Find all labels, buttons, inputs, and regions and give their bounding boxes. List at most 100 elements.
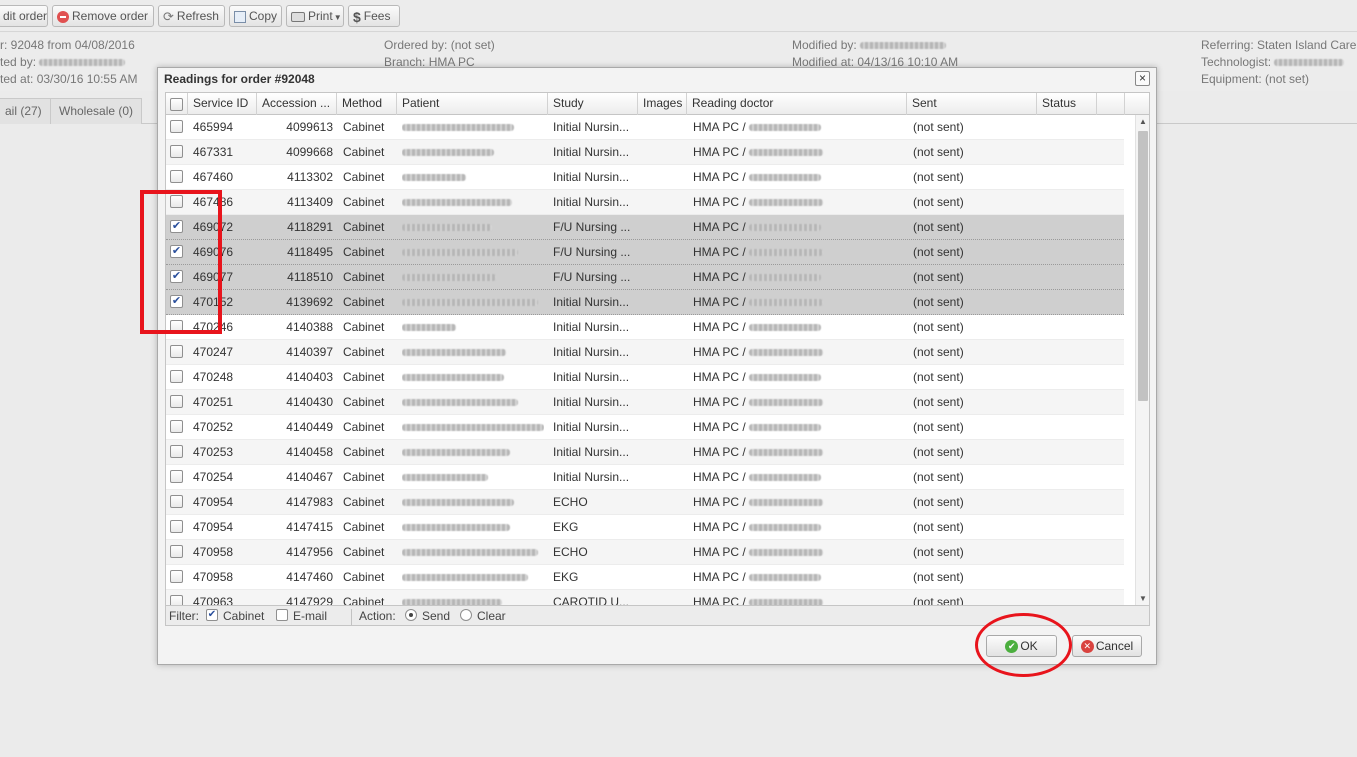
table-row[interactable]: 470958 4147956 Cabinet ECHO HMA PC / (not sen… bbox=[166, 540, 1124, 565]
remove-icon bbox=[57, 10, 69, 23]
table-row[interactable]: 470954 4147983 Cabinet ECHO HMA PC / (not sen… bbox=[166, 490, 1124, 515]
column-header-accession[interactable]: Accession ... bbox=[257, 93, 337, 115]
created-by: ted by: bbox=[0, 55, 126, 69]
table-row[interactable]: 470248 4140403 Cabinet Initial Nursin... HMA… bbox=[166, 365, 1124, 390]
accession-cell: 4140449 bbox=[286, 420, 333, 434]
row-checkbox[interactable] bbox=[170, 545, 183, 558]
method-cell: Cabinet bbox=[343, 395, 385, 409]
row-checkbox[interactable] bbox=[170, 395, 183, 408]
row-checkbox[interactable] bbox=[170, 445, 183, 458]
table-row[interactable]: 470958 4147460 Cabinet EKG HMA PC / (not sent… bbox=[166, 565, 1124, 590]
copy-button[interactable]: Copy bbox=[229, 5, 282, 27]
redacted-patient-name bbox=[402, 174, 466, 182]
reading-doctor-text: HMA PC / bbox=[693, 320, 746, 334]
row-checkbox[interactable] bbox=[170, 195, 183, 208]
row-checkbox[interactable]: ✔ bbox=[170, 245, 183, 258]
table-row[interactable]: 470251 4140430 Cabinet Initial Nursin... HMA… bbox=[166, 390, 1124, 415]
clear-radio[interactable] bbox=[460, 609, 472, 621]
sent-cell: (not sent) bbox=[913, 270, 964, 284]
row-checkbox[interactable] bbox=[170, 120, 183, 133]
reading-doctor-text: HMA PC / bbox=[693, 420, 746, 434]
reading-doctor-text: HMA PC / bbox=[693, 220, 746, 234]
column-header-patient[interactable]: Patient bbox=[397, 93, 548, 115]
scroll-down-icon[interactable]: ▼ bbox=[1139, 594, 1147, 603]
table-row[interactable]: ✔ 469072 4118291 Cabinet F/U Nursing ... HMA … bbox=[166, 215, 1124, 240]
cancel-button[interactable]: ✕ Cancel bbox=[1072, 635, 1142, 657]
method-cell: Cabinet bbox=[343, 245, 385, 259]
row-checkbox[interactable] bbox=[170, 495, 183, 508]
column-header-reading-doctor[interactable]: Reading doctor bbox=[687, 93, 907, 115]
status-cell bbox=[1043, 340, 1099, 364]
accession-cell: 4118291 bbox=[287, 220, 333, 234]
table-row[interactable]: 470254 4140467 Cabinet Initial Nursin... HMA… bbox=[166, 465, 1124, 490]
study-cell: Initial Nursin... bbox=[553, 470, 630, 484]
email-checkbox[interactable] bbox=[276, 609, 288, 621]
row-checkbox[interactable] bbox=[170, 345, 183, 358]
table-row[interactable]: 470954 4147415 Cabinet EKG HMA PC / (not sent… bbox=[166, 515, 1124, 540]
cabinet-checkbox[interactable]: ✔ bbox=[206, 609, 218, 621]
scrollbar-thumb[interactable] bbox=[1138, 131, 1148, 401]
column-header-method[interactable]: Method bbox=[337, 93, 397, 115]
table-row[interactable]: 467331 4099668 Cabinet Initial Nursin... HMA… bbox=[166, 140, 1124, 165]
table-row[interactable]: 470253 4140458 Cabinet Initial Nursin... HMA… bbox=[166, 440, 1124, 465]
reading-doctor-cell: HMA PC / bbox=[693, 290, 903, 314]
row-checkbox[interactable] bbox=[170, 320, 183, 333]
table-row[interactable]: 470252 4140449 Cabinet Initial Nursin... HMA… bbox=[166, 415, 1124, 440]
table-row[interactable]: ✔ 469077 4118510 Cabinet F/U Nursing ... HMA … bbox=[166, 265, 1124, 290]
table-row[interactable]: 470246 4140388 Cabinet Initial Nursin... HMA… bbox=[166, 315, 1124, 340]
tab-wholesale[interactable]: Wholesale (0) bbox=[50, 98, 143, 124]
table-row[interactable]: 465994 4099613 Cabinet Initial Nursin... HMA… bbox=[166, 115, 1124, 140]
select-all-checkbox[interactable] bbox=[170, 98, 183, 111]
reading-doctor-cell: HMA PC / bbox=[693, 490, 903, 514]
service-id-cell: 467486 bbox=[193, 195, 234, 209]
table-row[interactable]: 467486 4113409 Cabinet Initial Nursin... HMA… bbox=[166, 190, 1124, 215]
fees-button[interactable]: $ Fees bbox=[348, 5, 400, 27]
print-button[interactable]: Print▼ bbox=[286, 5, 344, 27]
column-header-service-id[interactable]: Service ID bbox=[188, 93, 257, 115]
column-header-study[interactable]: Study bbox=[548, 93, 638, 115]
readings-grid: Service ID Accession ... Method Patient … bbox=[165, 92, 1150, 606]
sent-cell: (not sent) bbox=[913, 595, 964, 606]
remove-order-button[interactable]: Remove order bbox=[52, 5, 154, 27]
column-header-sent[interactable]: Sent bbox=[907, 93, 1037, 115]
accession-cell: 4147929 bbox=[286, 595, 333, 606]
row-checkbox[interactable] bbox=[170, 570, 183, 583]
reading-doctor-cell: HMA PC / bbox=[693, 215, 903, 239]
table-row[interactable]: ✔ 470152 4139692 Cabinet Initial Nursin... HM… bbox=[166, 290, 1124, 315]
redacted-patient-name bbox=[402, 374, 504, 382]
table-row[interactable]: ✔ 469076 4118495 Cabinet F/U Nursing ... HMA … bbox=[166, 240, 1124, 265]
table-row[interactable]: 467460 4113302 Cabinet Initial Nursin... HMA… bbox=[166, 165, 1124, 190]
redacted-patient-name bbox=[402, 424, 544, 432]
row-checkbox[interactable] bbox=[170, 470, 183, 483]
table-row[interactable]: 470247 4140397 Cabinet Initial Nursin... HMA… bbox=[166, 340, 1124, 365]
row-checkbox[interactable]: ✔ bbox=[170, 270, 183, 283]
vertical-scrollbar[interactable]: ▲ ▼ bbox=[1135, 115, 1149, 605]
status-cell bbox=[1043, 515, 1099, 539]
row-checkbox[interactable]: ✔ bbox=[170, 220, 183, 233]
method-cell: Cabinet bbox=[343, 420, 385, 434]
edit-order-button[interactable]: dit order bbox=[0, 5, 48, 27]
status-cell bbox=[1043, 465, 1099, 489]
method-cell: Cabinet bbox=[343, 370, 385, 384]
tab-retail[interactable]: ail (27) bbox=[0, 98, 51, 124]
row-checkbox[interactable] bbox=[170, 145, 183, 158]
patient-cell bbox=[402, 440, 544, 464]
ok-button[interactable]: ✔ OK bbox=[986, 635, 1057, 657]
row-checkbox[interactable] bbox=[170, 420, 183, 433]
filter-bar: Filter: ✔ Cabinet E-mail Action: Send Cl… bbox=[165, 606, 1150, 626]
status-cell bbox=[1043, 215, 1099, 239]
refresh-button[interactable]: ⟳ Refresh bbox=[158, 5, 225, 27]
row-checkbox[interactable] bbox=[170, 595, 183, 605]
row-checkbox[interactable]: ✔ bbox=[170, 295, 183, 308]
row-checkbox[interactable] bbox=[170, 520, 183, 533]
row-checkbox[interactable] bbox=[170, 170, 183, 183]
row-checkbox[interactable] bbox=[170, 370, 183, 383]
table-row[interactable]: 470963 4147929 Cabinet CAROTID U... HMA PC /… bbox=[166, 590, 1124, 606]
column-header-status[interactable]: Status bbox=[1037, 93, 1097, 115]
reading-doctor-cell: HMA PC / bbox=[693, 415, 903, 439]
send-radio[interactable] bbox=[405, 609, 417, 621]
column-header-images[interactable]: Images bbox=[638, 93, 687, 115]
close-icon[interactable]: × bbox=[1135, 71, 1150, 86]
scroll-up-icon[interactable]: ▲ bbox=[1139, 117, 1147, 126]
sent-cell: (not sent) bbox=[913, 245, 964, 259]
